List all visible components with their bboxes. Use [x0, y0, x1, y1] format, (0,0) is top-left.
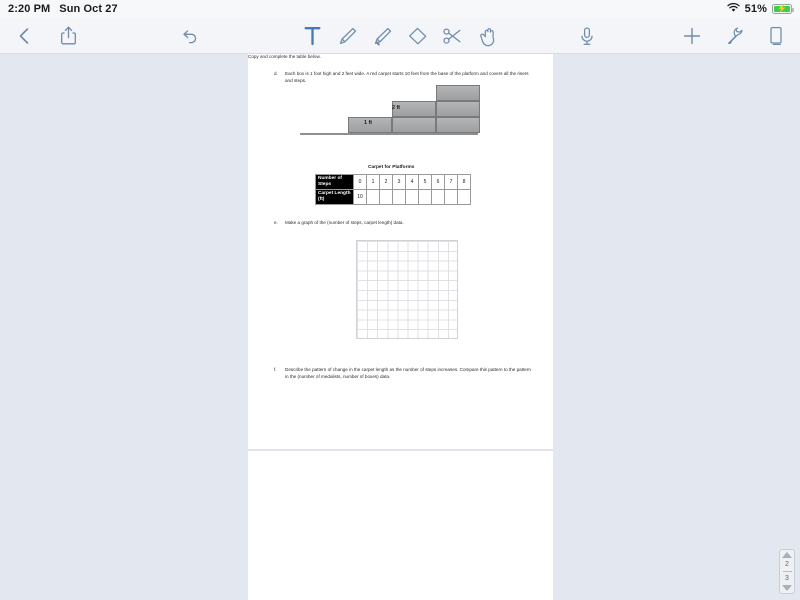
- table-cell[interactable]: 0: [353, 174, 367, 190]
- microphone-icon[interactable]: [575, 23, 599, 49]
- table-cell[interactable]: 5: [418, 174, 432, 190]
- carpet-table: Number of Steps 0 1 2 3 4 5 6 7 8 Carpet…: [315, 174, 471, 205]
- question-d-text: Each box is 1 foot high and 2 feet wide.…: [285, 71, 529, 84]
- pages-icon[interactable]: [764, 23, 788, 49]
- highlighter-icon[interactable]: [371, 23, 395, 49]
- table-cell[interactable]: [444, 188, 458, 205]
- table-cell[interactable]: 3: [392, 174, 406, 190]
- question-f-marker: f.: [274, 367, 277, 372]
- document-page-2[interactable]: d. Each box is 1 foot high and 2 feet wi…: [248, 54, 553, 449]
- status-bar-right: 51% ⚡: [727, 2, 794, 16]
- scissors-icon[interactable]: [441, 23, 465, 49]
- table-row: Number of Steps 0 1 2 3 4 5 6 7 8: [315, 174, 471, 190]
- table-cell[interactable]: 1: [366, 174, 380, 190]
- table-cell[interactable]: 6: [431, 174, 445, 190]
- step-box: [392, 117, 436, 133]
- question-e-marker: e.: [274, 220, 278, 225]
- table-cell[interactable]: [457, 188, 471, 205]
- table-cell[interactable]: [392, 188, 406, 205]
- step-box: [436, 101, 480, 117]
- toolbar-tools-group: [301, 23, 500, 49]
- triangle-down-icon[interactable]: [782, 585, 792, 591]
- table-cell[interactable]: [405, 188, 419, 205]
- table-cell[interactable]: [379, 188, 393, 205]
- table-cell[interactable]: 7: [444, 174, 458, 190]
- battery-charging-icon: ⚡: [772, 4, 794, 14]
- row-header-steps: Number of Steps: [315, 174, 354, 190]
- share-icon[interactable]: [56, 23, 80, 49]
- table-cell[interactable]: [418, 188, 432, 205]
- question-d-marker: d.: [274, 71, 278, 76]
- clock: 2:20 PM: [8, 3, 51, 15]
- graph-grid[interactable]: [356, 240, 458, 339]
- question-e: e. Make a graph of the (number of steps,…: [274, 219, 404, 226]
- table-cell[interactable]: [366, 188, 380, 205]
- table-row: Carpet Length (ft) 10: [315, 188, 471, 205]
- step-box: [436, 85, 480, 101]
- table-title: Carpet for Platforms: [368, 165, 415, 170]
- wifi-icon: [727, 2, 740, 16]
- table-cell[interactable]: [431, 188, 445, 205]
- question-f: f. Describe the pattern of change in the…: [274, 366, 533, 380]
- width-dimension-label: 2 ft: [392, 105, 401, 111]
- status-bar: 2:20 PM Sun Oct 27 51% ⚡: [0, 0, 800, 18]
- pen-icon[interactable]: [336, 23, 360, 49]
- eraser-icon[interactable]: [406, 23, 430, 49]
- hand-tool-icon[interactable]: [476, 23, 500, 49]
- question-f-text: Describe the pattern of change in the ca…: [285, 367, 531, 380]
- battery-percent-label: 51%: [744, 3, 767, 15]
- table-cell[interactable]: 8: [457, 174, 471, 190]
- stepper-divider: [782, 571, 792, 572]
- wrench-icon[interactable]: [722, 23, 746, 49]
- table-cell[interactable]: 10: [353, 188, 367, 205]
- status-bar-left: 2:20 PM Sun Oct 27: [8, 3, 118, 15]
- app-toolbar: [0, 18, 800, 54]
- current-page-number: 2: [785, 561, 789, 568]
- document-page-3[interactable]: [248, 451, 553, 600]
- question-d: d. Each box is 1 foot high and 2 feet wi…: [274, 70, 533, 84]
- height-dimension-label: 1 ft: [364, 120, 373, 126]
- table-cell[interactable]: 4: [405, 174, 419, 190]
- triangle-up-icon[interactable]: [782, 552, 792, 558]
- document-scroll-area[interactable]: d. Each box is 1 foot high and 2 feet wi…: [0, 54, 800, 600]
- toolbar-left-group: [12, 23, 80, 49]
- back-chevron-icon[interactable]: [12, 23, 36, 49]
- toolbar-right-group: [680, 23, 788, 49]
- ground-line: [300, 133, 478, 135]
- text-tool-icon[interactable]: [301, 23, 325, 49]
- step-box: [436, 117, 480, 133]
- table-cell[interactable]: 2: [379, 174, 393, 190]
- date-label: Sun Oct 27: [59, 3, 118, 15]
- copy-instruction-text: Copy and complete the table below.: [248, 54, 321, 59]
- page-stepper[interactable]: 2 3: [779, 549, 795, 594]
- row-header-carpet: Carpet Length (ft): [315, 188, 354, 205]
- staircase-figure: 2 ft 1 ft: [300, 85, 490, 139]
- plus-icon[interactable]: [680, 23, 704, 49]
- question-e-text: Make a graph of the (number of steps, ca…: [285, 220, 404, 225]
- total-page-number: 3: [785, 575, 789, 582]
- undo-icon[interactable]: [178, 23, 202, 49]
